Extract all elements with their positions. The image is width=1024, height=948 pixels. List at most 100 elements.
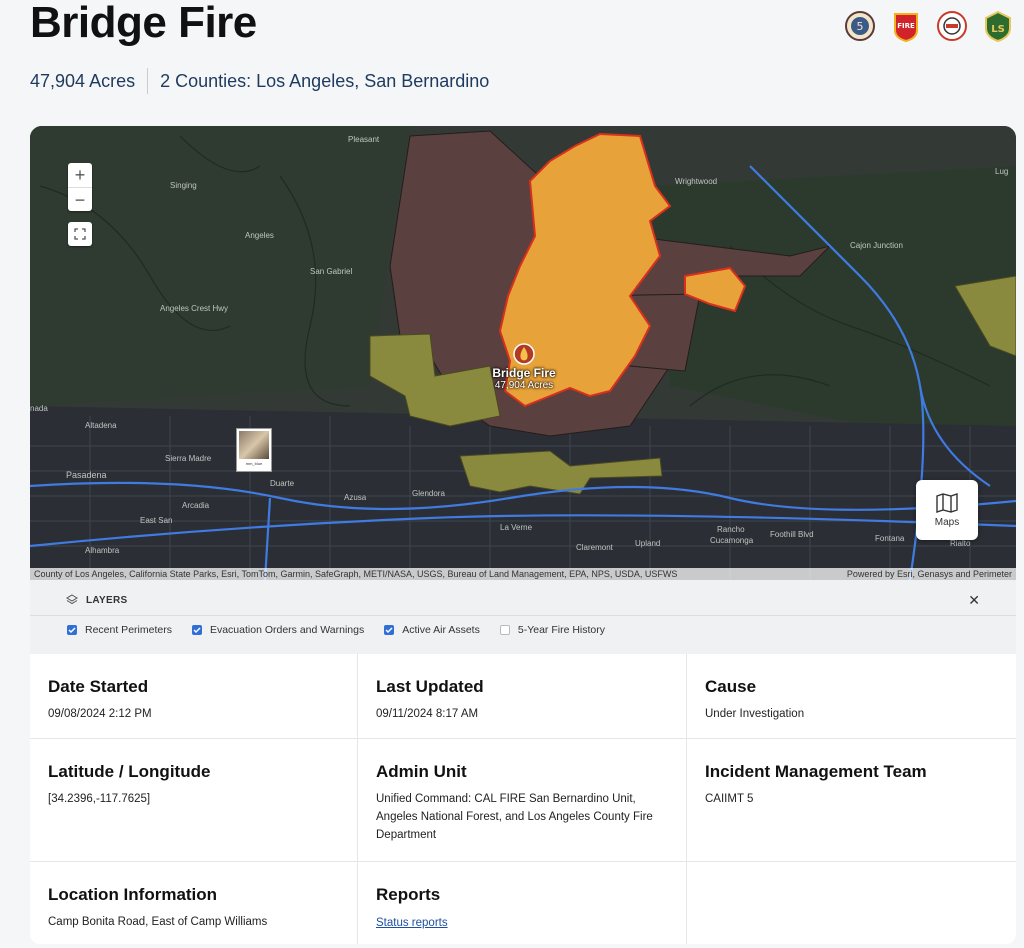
- acres-text: 47,904 Acres: [30, 70, 136, 91]
- info-lat-long: Latitude / Longitude [34.2396,-117.7625]: [30, 739, 358, 862]
- svg-text:5: 5: [857, 20, 864, 33]
- camera-caption: mm_blue: [245, 461, 263, 466]
- info-value: Under Investigation: [705, 708, 805, 720]
- layer-option-label: Active Air Assets: [402, 624, 480, 636]
- fire-map-name: Bridge Fire: [492, 366, 556, 380]
- svg-text:Rancho: Rancho: [717, 525, 745, 534]
- svg-text:nada: nada: [30, 404, 48, 413]
- layer-option-fire-history[interactable]: 5-Year Fire History: [499, 624, 605, 636]
- info-location: Location Information Camp Bonita Road, E…: [30, 862, 358, 944]
- svg-text:Sierra Madre: Sierra Madre: [165, 454, 212, 463]
- info-empty: [687, 862, 1016, 944]
- info-imt: Incident Management Team CAIIMT 5: [687, 739, 1016, 862]
- fire-map-label[interactable]: Bridge Fire 47,904 Acres: [470, 366, 578, 391]
- layers-title: LAYERS: [86, 594, 128, 606]
- checkbox-checked[interactable]: [384, 625, 395, 635]
- svg-text:Duarte: Duarte: [270, 479, 295, 488]
- zoom-in-button[interactable]: +: [68, 163, 92, 187]
- layer-options: Recent Perimeters Evacuation Orders and …: [67, 624, 625, 636]
- svg-text:Rialto: Rialto: [950, 539, 971, 548]
- info-label: Date Started: [48, 677, 149, 696]
- svg-text:Wrightwood: Wrightwood: [675, 177, 717, 186]
- svg-text:Pasadena: Pasadena: [66, 470, 107, 480]
- info-value: 09/08/2024 2:12 PM: [48, 708, 152, 720]
- svg-text:Alhambra: Alhambra: [85, 546, 120, 555]
- checkbox-checked[interactable]: [67, 625, 77, 635]
- summary-divider: [147, 68, 149, 94]
- layers-divider: [30, 615, 1016, 616]
- layer-option-recent-perimeters[interactable]: Recent Perimeters: [67, 624, 172, 636]
- agency-logos: 5 FIRE LS: [844, 10, 1014, 42]
- info-label: Incident Management Team: [705, 762, 927, 781]
- zoom-out-button[interactable]: −: [68, 187, 92, 212]
- info-label: Last Updated: [376, 677, 484, 696]
- svg-text:San Gabriel: San Gabriel: [310, 267, 352, 276]
- info-reports: Reports Status reports: [358, 862, 687, 944]
- svg-text:La Verne: La Verne: [500, 523, 533, 532]
- info-label: Reports: [376, 885, 441, 904]
- info-value: CAIIMT 5: [705, 793, 754, 805]
- layers-icon: [66, 594, 78, 605]
- svg-text:Claremont: Claremont: [576, 543, 614, 552]
- incident-info-grid: Date Started 09/08/2024 2:12 PM Last Upd…: [30, 654, 1016, 944]
- svg-text:Angeles Crest Hwy: Angeles Crest Hwy: [160, 304, 228, 313]
- svg-text:Singing: Singing: [170, 181, 197, 190]
- info-value: Camp Bonita Road, East of Camp Williams: [48, 916, 268, 928]
- svg-text:Foothill Blvd: Foothill Blvd: [770, 530, 814, 539]
- layer-option-evacuation-orders[interactable]: Evacuation Orders and Warnings: [191, 624, 364, 636]
- maps-button-label: Maps: [934, 516, 960, 528]
- fire-summary: 47,904 Acres 2 Counties: Los Angeles, Sa…: [30, 68, 489, 94]
- svg-text:FIRE: FIRE: [897, 22, 915, 30]
- us-forest-service-icon: LS: [985, 10, 1011, 42]
- fire-map-acres: 47,904 Acres: [494, 380, 554, 391]
- svg-text:Angeles: Angeles: [245, 231, 274, 240]
- close-icon[interactable]: ✕: [968, 592, 980, 609]
- layer-option-active-air-assets[interactable]: Active Air Assets: [384, 624, 480, 636]
- svg-text:Lug: Lug: [995, 167, 1008, 176]
- svg-text:LS: LS: [991, 24, 1005, 35]
- map-canvas[interactable]: Pleasant Singing Angeles San Gabriel Ang…: [30, 126, 1016, 580]
- maps-button[interactable]: Maps: [916, 480, 978, 540]
- expand-icon: [74, 228, 86, 240]
- svg-text:Pleasant: Pleasant: [348, 135, 380, 144]
- counties-text: 2 Counties: Los Angeles, San Bernardino: [160, 70, 490, 91]
- svg-text:Azusa: Azusa: [344, 493, 367, 502]
- info-value: [34.2396,-117.7625]: [48, 793, 151, 805]
- incident-map[interactable]: Pleasant Singing Angeles San Gabriel Ang…: [30, 126, 1016, 580]
- info-date-started: Date Started 09/08/2024 2:12 PM: [30, 654, 358, 739]
- camera-thumbnail[interactable]: mm_blue: [236, 428, 272, 472]
- info-last-updated: Last Updated 09/11/2024 8:17 AM: [358, 654, 687, 739]
- svg-text:Fontana: Fontana: [875, 534, 905, 543]
- svg-text:East San: East San: [140, 516, 172, 525]
- attribution-right: Powered by Esri, Genasys and Perimeter: [846, 569, 1012, 579]
- info-label: Location Information: [48, 885, 218, 904]
- svg-text:Arcadia: Arcadia: [182, 501, 210, 510]
- info-cause: Cause Under Investigation: [687, 654, 1016, 739]
- oes-seal-icon: [937, 11, 967, 41]
- checkbox-checked[interactable]: [191, 625, 202, 635]
- info-value: Unified Command: CAL FIRE San Bernardino…: [376, 793, 653, 841]
- status-reports-link[interactable]: Status reports: [376, 917, 448, 929]
- zoom-control: + −: [68, 163, 92, 211]
- layer-option-label: 5-Year Fire History: [517, 624, 605, 636]
- svg-text:Upland: Upland: [635, 539, 660, 548]
- cal-fire-icon: FIRE: [894, 13, 918, 42]
- svg-text:Glendora: Glendora: [412, 489, 445, 498]
- info-admin-unit: Admin Unit Unified Command: CAL FIRE San…: [358, 739, 687, 862]
- map-icon: [936, 492, 958, 513]
- attribution-left: County of Los Angeles, California State …: [34, 569, 678, 579]
- info-label: Latitude / Longitude: [48, 762, 211, 781]
- layer-option-label: Recent Perimeters: [85, 624, 172, 636]
- layers-header[interactable]: LAYERS: [66, 594, 127, 606]
- svg-text:Cucamonga: Cucamonga: [710, 536, 754, 545]
- page-title: Bridge Fire: [30, 0, 257, 47]
- info-label: Cause: [705, 677, 757, 696]
- layers-panel: LAYERS ✕ Recent Perimeters Evacuation Or…: [30, 580, 1016, 655]
- info-label: Admin Unit: [376, 762, 467, 781]
- fullscreen-button[interactable]: [68, 222, 92, 246]
- camera-image: [239, 431, 269, 459]
- checkbox-unchecked[interactable]: [499, 625, 510, 635]
- svg-text:Altadena: Altadena: [85, 421, 117, 430]
- map-attribution: County of Los Angeles, California State …: [30, 568, 1016, 580]
- svg-text:Cajon Junction: Cajon Junction: [850, 241, 903, 250]
